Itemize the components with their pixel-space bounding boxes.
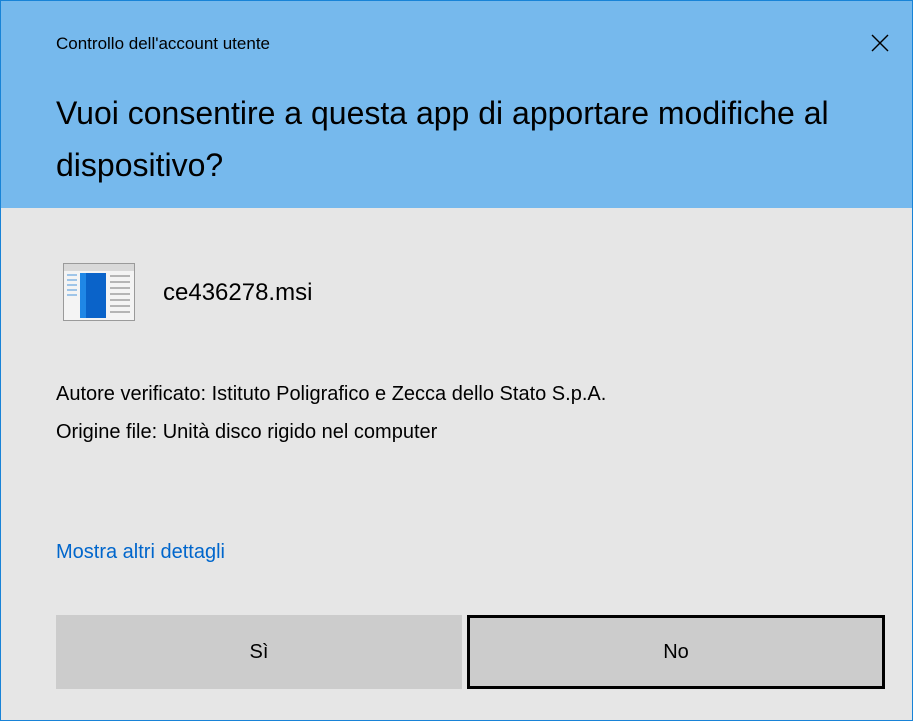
consent-question: Vuoi consentire a questa app di apportar… <box>56 95 829 183</box>
dialog-header: Controllo dell'account utente Vuoi conse… <box>1 1 912 208</box>
uac-dialog: Controllo dell'account utente Vuoi conse… <box>0 0 913 721</box>
file-origin: Origine file: Unità disco rigido nel com… <box>56 421 438 443</box>
window-title: Controllo dell'account utente <box>56 34 270 53</box>
close-button[interactable] <box>856 19 904 67</box>
installer-window-icon <box>63 263 135 321</box>
yes-button[interactable]: Sì <box>56 615 462 689</box>
show-more-details-link[interactable]: Mostra altri dettagli <box>56 537 225 567</box>
close-icon <box>871 34 889 52</box>
program-info: Autore verificato: Istituto Poligrafico … <box>56 375 846 451</box>
verified-publisher: Autore verificato: Istituto Poligrafico … <box>56 383 607 405</box>
no-button[interactable]: No <box>467 615 885 689</box>
program-name: ce436278.msi <box>163 279 313 306</box>
